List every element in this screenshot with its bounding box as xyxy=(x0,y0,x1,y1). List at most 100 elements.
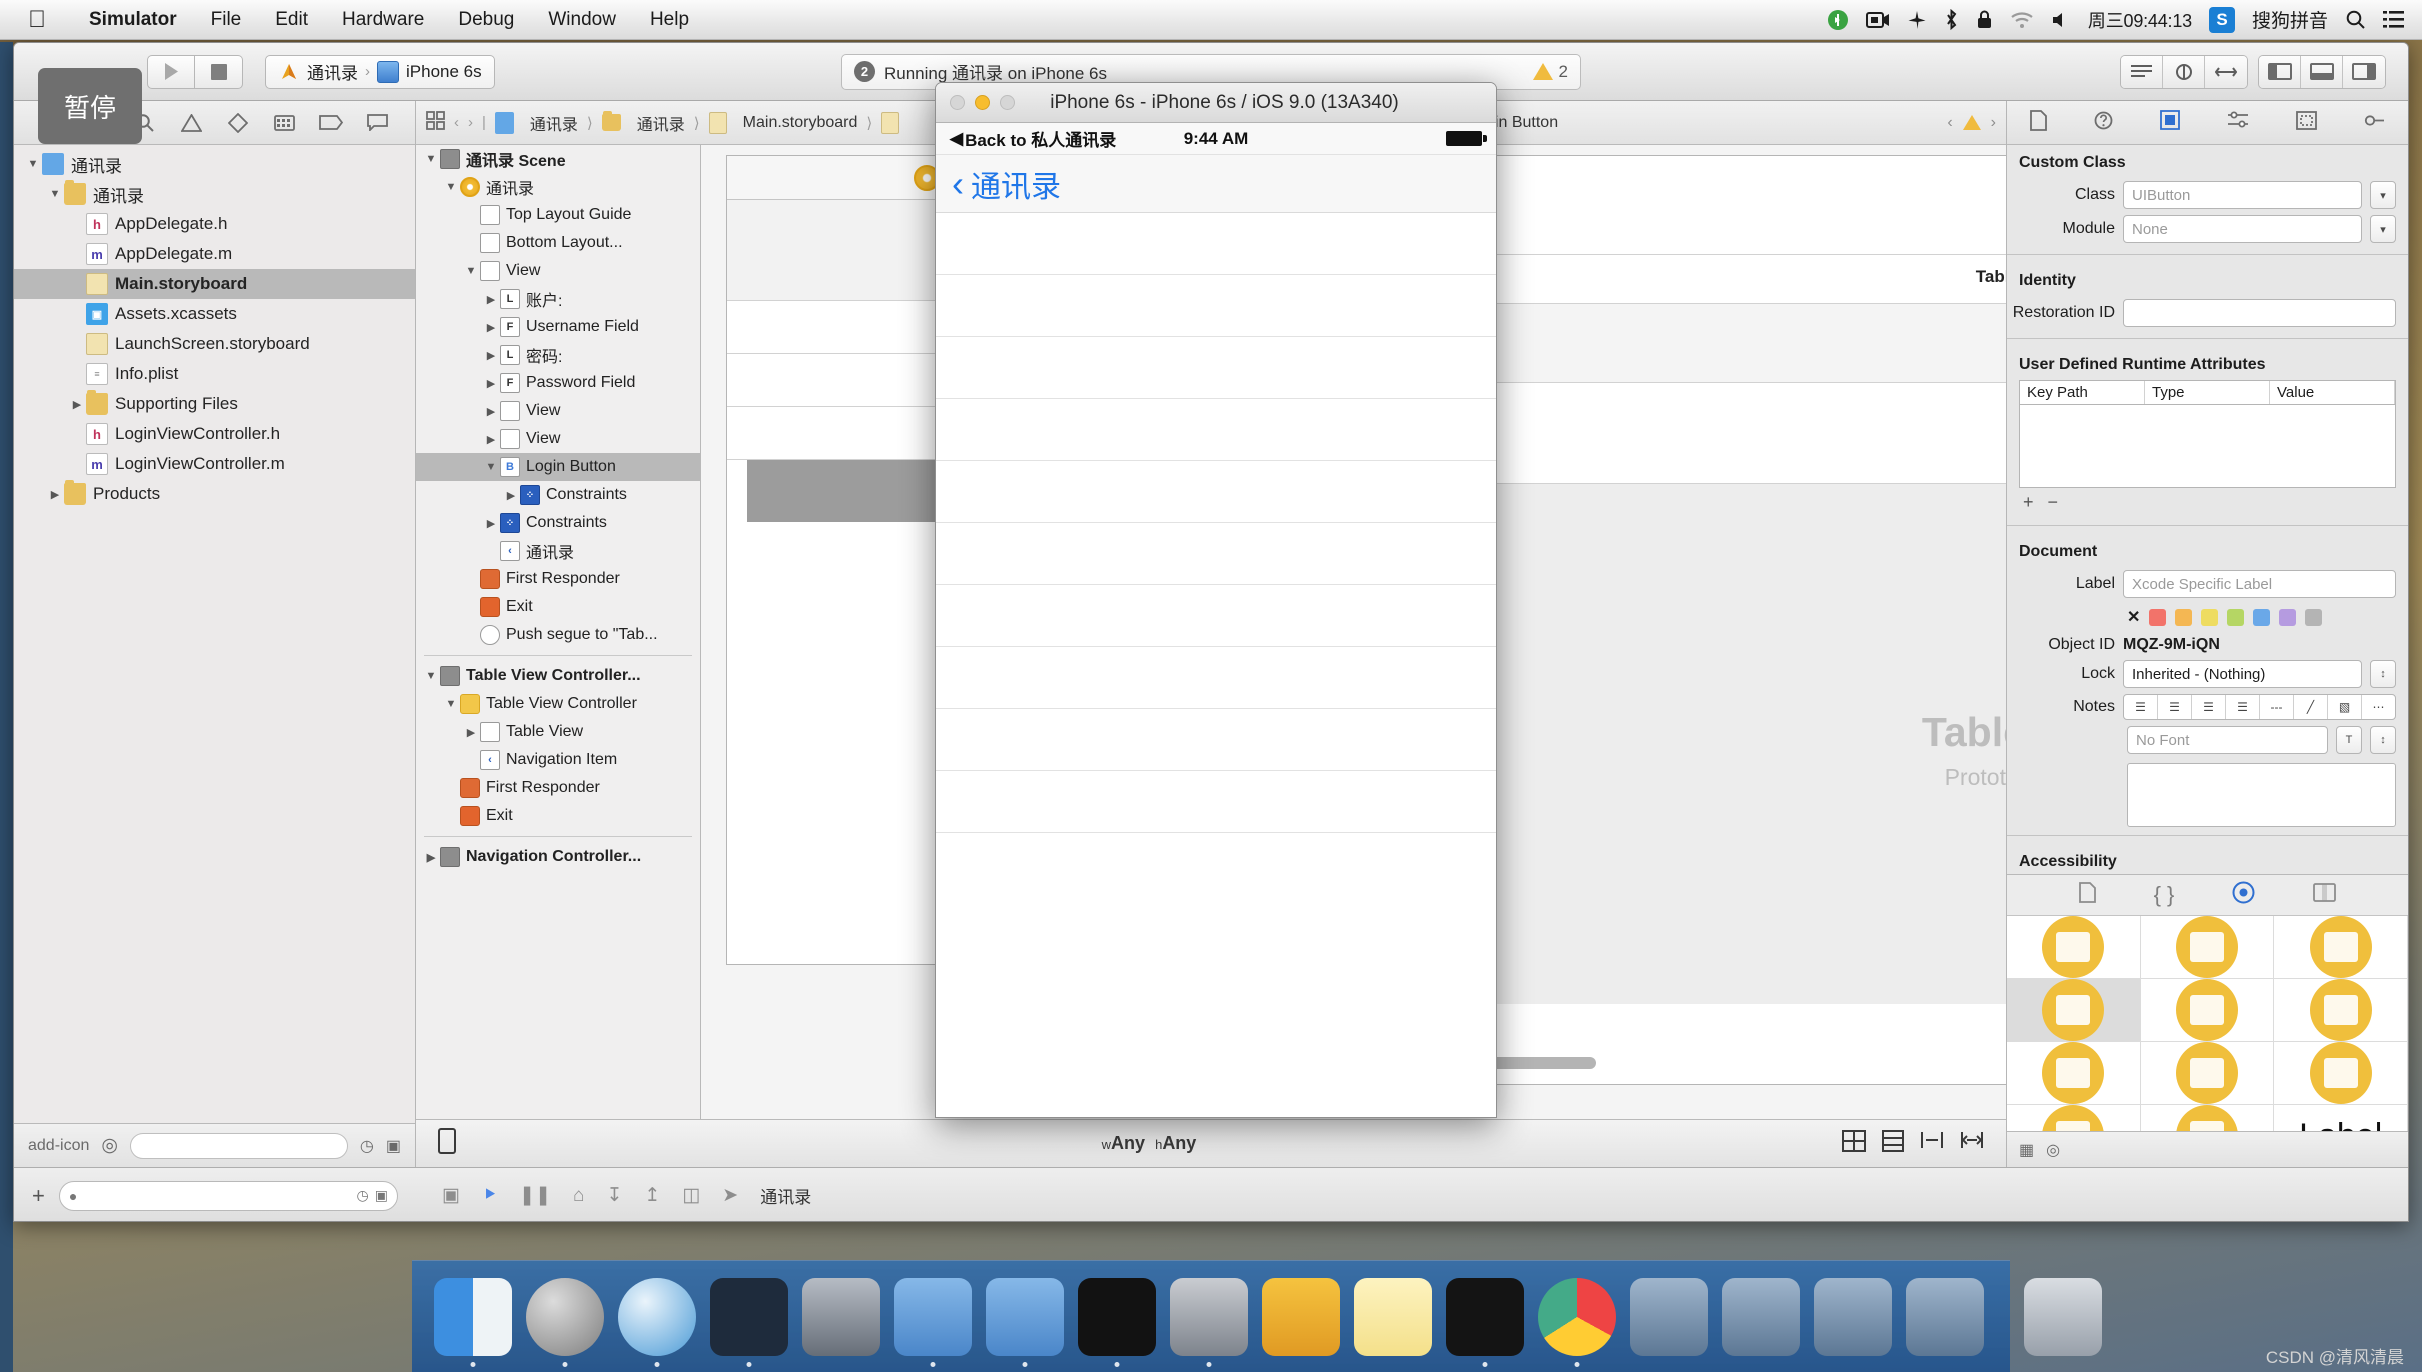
stop-button[interactable] xyxy=(195,54,243,89)
editor-mode-segments[interactable] xyxy=(2120,54,2248,89)
outline-row-3[interactable]: Bottom Layout... xyxy=(416,229,700,257)
simulator-icon[interactable] xyxy=(710,1277,788,1356)
chevron-left-icon[interactable]: ‹ xyxy=(952,165,964,202)
disclosure-triangle-icon[interactable]: ▶ xyxy=(462,726,480,739)
project-navigator-tree[interactable]: ▼ 通讯录 ▼ 通讯录 h AppDelegate.h m AppDelegate.m Main… xyxy=(14,145,415,1123)
runtime-attributes-table[interactable] xyxy=(2019,404,2396,488)
restoration-id-input[interactable] xyxy=(2123,299,2396,327)
navigator-row-1[interactable]: ▼ 通讯录 xyxy=(14,179,415,209)
outline-row-13[interactable]: ▶ ⁘ Constraints xyxy=(416,509,700,537)
navigator-row-11[interactable]: ▶ Products xyxy=(14,479,415,509)
input-method-badge[interactable]: S xyxy=(2208,6,2235,33)
disclosure-triangle-icon[interactable]: ▶ xyxy=(502,489,520,502)
outline-row-0[interactable]: ▼ 通讯录 Scene xyxy=(416,145,700,173)
report-navigator-icon[interactable] xyxy=(363,110,393,136)
disclosure-triangle-icon[interactable]: ▶ xyxy=(46,488,64,501)
library-item-3[interactable] xyxy=(2007,979,2141,1042)
size-inspector-icon[interactable] xyxy=(2295,110,2317,135)
zoom-button[interactable] xyxy=(1000,95,1015,110)
navigator-filter-input[interactable] xyxy=(129,1132,348,1159)
scheme-selector[interactable]: 通讯录 › iPhone 6s xyxy=(265,54,495,89)
disclosure-triangle-icon[interactable]: ▶ xyxy=(482,377,500,390)
breadcrumb-file[interactable]: Main.storyboard xyxy=(743,114,858,132)
add-breakpoint-button[interactable]: + xyxy=(32,1183,45,1209)
jump-bar-forward-button[interactable]: › xyxy=(468,114,473,131)
swatch-clear-icon[interactable]: ✕ xyxy=(2127,607,2140,627)
breakpoint-navigator-icon[interactable] xyxy=(316,110,346,136)
trash-icon[interactable] xyxy=(2024,1277,2102,1356)
outline-row-14[interactable]: ‹ 通讯录 xyxy=(416,537,700,565)
warning-indicator[interactable]: 2 xyxy=(1532,62,1568,82)
menu-item-hardware[interactable]: Hardware xyxy=(325,0,441,40)
sketch-icon[interactable] xyxy=(1262,1277,1340,1356)
disclosure-triangle-icon[interactable]: ▶ xyxy=(482,293,500,306)
class-dropdown-icon[interactable]: ▾ xyxy=(2370,181,2396,209)
disclosure-triangle-icon[interactable]: ▶ xyxy=(482,433,500,446)
ios-table-cell[interactable] xyxy=(936,337,1496,399)
pane-toggle-segments[interactable] xyxy=(2258,54,2386,89)
more-icon[interactable]: ⋯ xyxy=(2362,695,2395,719)
simulator-window[interactable]: iPhone 6s - iPhone 6s / iOS 9.0 (13A340)… xyxy=(935,82,1497,1118)
debug-filter-input[interactable]: ● ◷ ▣ xyxy=(58,1180,398,1211)
lock-select[interactable]: Inherited - (Nothing) xyxy=(2123,660,2362,688)
navigator-row-2[interactable]: h AppDelegate.h xyxy=(14,209,415,239)
safari-icon[interactable] xyxy=(618,1277,696,1356)
remove-attribute-button[interactable]: − xyxy=(2048,492,2059,513)
menu-item-file[interactable]: File xyxy=(194,0,259,40)
disclosure-triangle-icon[interactable]: ▼ xyxy=(442,181,460,193)
outline-row-11[interactable]: ▼ B Login Button xyxy=(416,453,700,481)
screens-icon[interactable] xyxy=(1630,1277,1708,1356)
screen-record-icon[interactable] xyxy=(1865,10,1890,30)
debug-navigator-icon[interactable] xyxy=(269,110,299,136)
library-item-6[interactable] xyxy=(2007,1042,2141,1105)
resolve-issues-icon[interactable] xyxy=(1960,1130,1984,1157)
pin-icon[interactable] xyxy=(1920,1130,1944,1157)
system-preferences-icon[interactable] xyxy=(1170,1277,1248,1356)
class-input[interactable]: UIButton xyxy=(2123,181,2362,209)
recent-files-icon[interactable]: ◷ xyxy=(360,1136,374,1156)
nav-back-title[interactable]: 通讯录 xyxy=(971,162,1061,206)
ios-table-cell[interactable] xyxy=(936,523,1496,585)
list-icon[interactable]: --- xyxy=(2260,695,2294,719)
dropbox-icon[interactable] xyxy=(1827,9,1849,31)
search-icon[interactable] xyxy=(2345,9,2366,30)
breadcrumb-project[interactable]: 通讯录 xyxy=(530,111,578,135)
assistant-editor-icon[interactable] xyxy=(2163,55,2205,88)
navigator-row-3[interactable]: m AppDelegate.m xyxy=(14,239,415,269)
library-item-4[interactable] xyxy=(2140,979,2275,1042)
airplane-icon[interactable] xyxy=(1907,10,1927,30)
disclosure-triangle-icon[interactable]: ▼ xyxy=(482,461,500,473)
image-icon[interactable]: ▧ xyxy=(2328,695,2362,719)
navigator-row-8[interactable]: ▶ Supporting Files xyxy=(14,389,415,419)
filter-scope-icon[interactable]: ◎ xyxy=(101,1134,118,1157)
menu-bar-clock[interactable]: 周三09:44:13 xyxy=(2088,7,2192,33)
navigator-row-5[interactable]: ▣ Assets.xcassets xyxy=(14,299,415,329)
disclosure-triangle-icon[interactable]: ▼ xyxy=(442,698,460,710)
outline-row-15[interactable]: First Responder xyxy=(416,565,700,593)
ios-table-cell[interactable] xyxy=(936,709,1496,771)
related-items-icon[interactable] xyxy=(426,110,445,135)
outline-row-2[interactable]: Top Layout Guide xyxy=(416,201,700,229)
ios-table-cell[interactable] xyxy=(936,771,1496,833)
file-inspector-icon[interactable] xyxy=(2030,109,2048,136)
library-item-11[interactable]: Label xyxy=(2274,1105,2408,1131)
step-over-icon[interactable]: ⌂ xyxy=(573,1185,584,1207)
notes-textarea[interactable] xyxy=(2127,763,2396,827)
issue-navigator-icon[interactable] xyxy=(176,110,206,136)
pause-icon[interactable]: ❚❚ xyxy=(519,1184,551,1207)
document-label-input[interactable]: Xcode Specific Label xyxy=(2123,570,2396,598)
align-icon[interactable] xyxy=(1881,1130,1904,1157)
standard-editor-icon[interactable] xyxy=(2121,55,2163,88)
navigator-row-0[interactable]: ▼ 通讯录 xyxy=(14,149,415,179)
minimize-button[interactable] xyxy=(975,95,990,110)
outline-row-8[interactable]: ▶ F Password Field xyxy=(416,369,700,397)
module-dropdown-icon[interactable]: ▾ xyxy=(2370,215,2396,243)
version-editor-icon[interactable] xyxy=(2205,55,2247,88)
disclosure-triangle-icon[interactable]: ▶ xyxy=(482,517,500,530)
console-icon[interactable] xyxy=(1446,1277,1524,1356)
menu-item-window[interactable]: Window xyxy=(531,0,633,40)
library-item-8[interactable] xyxy=(2274,1042,2408,1105)
outline-row-24[interactable]: Exit xyxy=(416,802,700,830)
object-library-grid[interactable]: Label xyxy=(2007,916,2408,1131)
outline-row-19[interactable]: ▼ Table View Controller... xyxy=(416,662,700,690)
